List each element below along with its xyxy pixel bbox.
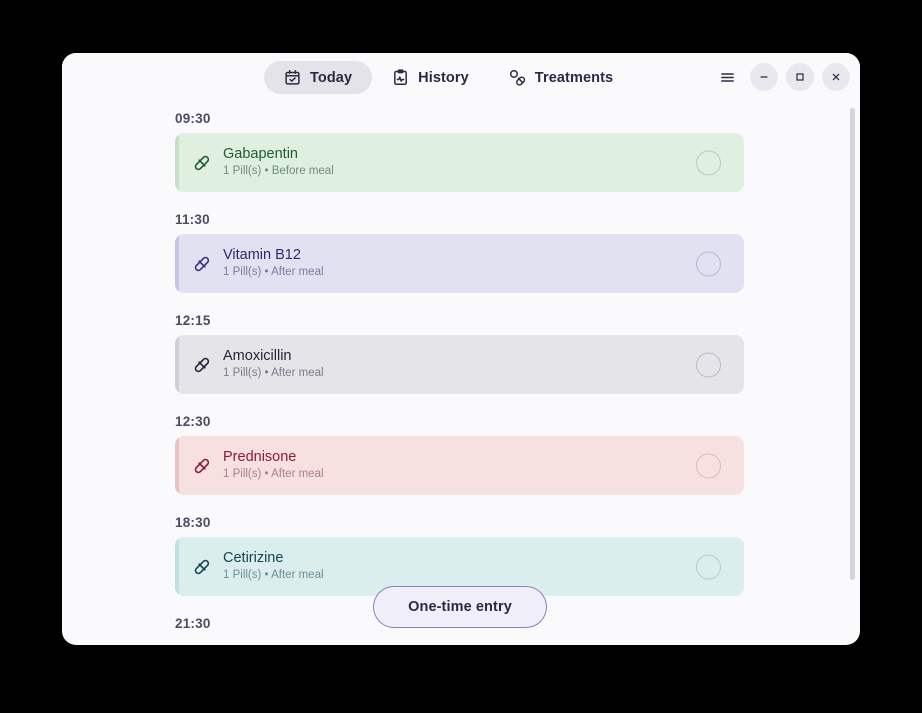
card-accent-bar	[175, 436, 179, 495]
taken-checkbox[interactable]	[696, 251, 721, 276]
taken-checkbox[interactable]	[696, 150, 721, 175]
medication-card[interactable]: Prednisone 1 Pill(s) • After meal	[175, 436, 744, 495]
medication-details: 1 Pill(s) • After meal	[223, 568, 324, 581]
taken-checkbox[interactable]	[696, 352, 721, 377]
taken-checkbox[interactable]	[696, 453, 721, 478]
scrollbar-thumb[interactable]	[850, 108, 855, 580]
medication-details: 1 Pill(s) • After meal	[223, 467, 324, 480]
medication-name: Gabapentin	[223, 146, 298, 163]
close-button[interactable]	[822, 63, 850, 91]
tab-history[interactable]: History	[372, 61, 489, 94]
pill-icon	[193, 457, 211, 475]
pill-icon	[193, 558, 211, 576]
schedule-time-label: 12:15	[175, 313, 211, 328]
app-window: Today History Treatments 09:30 Gabapenti…	[62, 53, 860, 645]
tab-history-label: History	[418, 69, 469, 86]
clipboard-chart-icon	[392, 69, 409, 86]
tab-treatments[interactable]: Treatments	[489, 61, 633, 94]
maximize-button[interactable]	[786, 63, 814, 91]
tab-treatments-label: Treatments	[534, 69, 614, 86]
medication-name: Vitamin B12	[223, 247, 301, 264]
one-time-entry-label: One-time entry	[408, 599, 512, 615]
medication-card[interactable]: Vitamin B12 1 Pill(s) • After meal	[175, 234, 744, 293]
card-accent-bar	[175, 537, 179, 596]
schedule-scroll-area[interactable]: 09:30 Gabapentin 1 Pill(s) • Before meal 11…	[62, 103, 860, 645]
one-time-entry-button[interactable]: One-time entry	[373, 586, 547, 628]
card-accent-bar	[175, 335, 179, 394]
taken-checkbox[interactable]	[696, 554, 721, 579]
card-accent-bar	[175, 133, 179, 192]
tab-today[interactable]: Today	[264, 61, 373, 94]
card-text: Prednisone 1 Pill(s) • After meal	[223, 449, 324, 481]
window-controls	[712, 62, 850, 92]
schedule-time-label: 18:30	[175, 515, 211, 530]
medication-card[interactable]: Amoxicillin 1 Pill(s) • After meal	[175, 335, 744, 394]
tab-bar: Today History Treatments	[264, 61, 633, 94]
card-text: Cetirizine 1 Pill(s) • After meal	[223, 550, 324, 582]
card-text: Gabapentin 1 Pill(s) • Before meal	[223, 146, 334, 178]
pill-icon	[193, 255, 211, 273]
medication-details: 1 Pill(s) • After meal	[223, 366, 324, 379]
minimize-button[interactable]	[750, 63, 778, 91]
medication-name: Prednisone	[223, 449, 297, 466]
card-accent-bar	[175, 234, 179, 293]
schedule-list: 09:30 Gabapentin 1 Pill(s) • Before meal 11…	[62, 103, 860, 638]
hamburger-menu-icon[interactable]	[712, 62, 742, 92]
pill-icon	[193, 154, 211, 172]
schedule-time-label: 11:30	[175, 212, 210, 227]
medication-name: Amoxicillin	[223, 348, 292, 365]
pills-icon	[509, 69, 526, 86]
medication-card[interactable]: Gabapentin 1 Pill(s) • Before meal	[175, 133, 744, 192]
pill-icon	[193, 356, 211, 374]
tab-today-label: Today	[310, 69, 353, 86]
card-text: Vitamin B12 1 Pill(s) • After meal	[223, 247, 324, 279]
schedule-time-label: 09:30	[175, 111, 211, 126]
medication-details: 1 Pill(s) • After meal	[223, 265, 324, 278]
schedule-time-label: 12:30	[175, 414, 211, 429]
vertical-scrollbar[interactable]	[848, 103, 856, 645]
card-text: Amoxicillin 1 Pill(s) • After meal	[223, 348, 324, 380]
calendar-check-icon	[284, 69, 301, 86]
medication-details: 1 Pill(s) • Before meal	[223, 164, 334, 177]
medication-name: Cetirizine	[223, 550, 284, 567]
titlebar: Today History Treatments	[62, 53, 860, 103]
